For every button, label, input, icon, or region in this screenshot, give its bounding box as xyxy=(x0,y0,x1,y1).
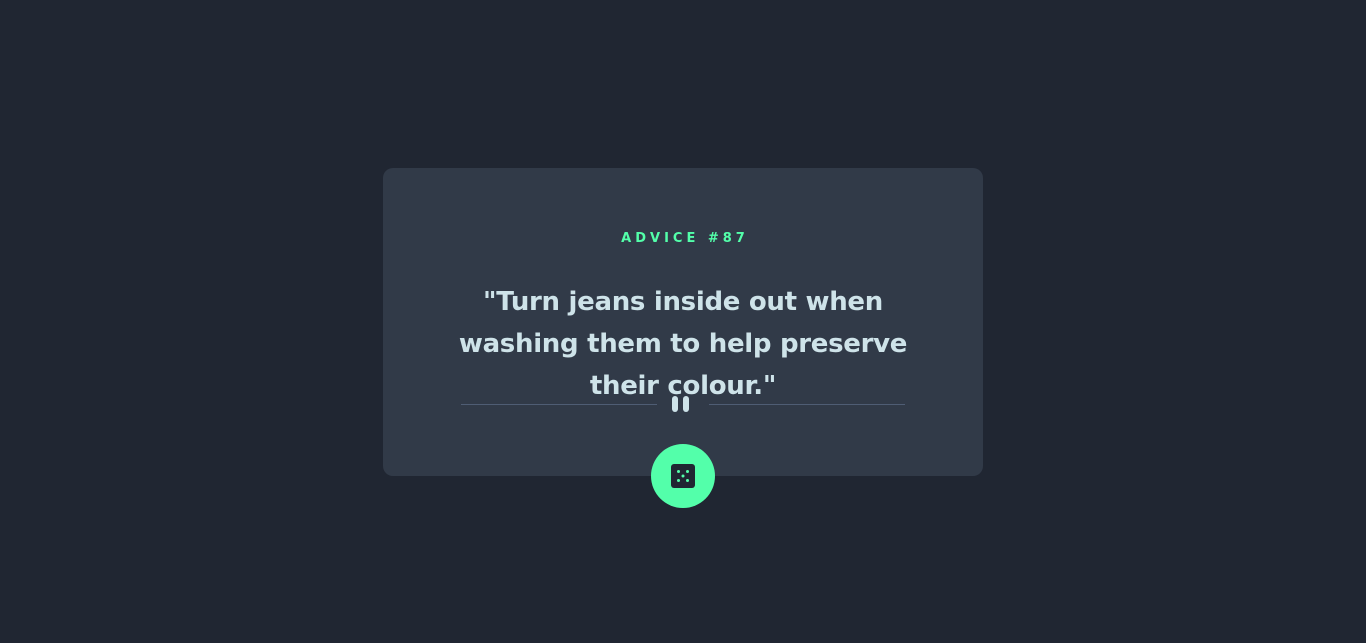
divider-line-right xyxy=(709,404,905,405)
advice-id: ADVICE #87 xyxy=(621,231,749,246)
dice-icon xyxy=(671,464,695,488)
advice-quote: "Turn jeans inside out when washing them… xyxy=(458,287,908,401)
advice-card: ADVICE #87 "Turn jeans inside out when w… xyxy=(383,168,983,476)
pause-icon xyxy=(672,396,694,412)
pattern-divider xyxy=(461,395,905,413)
generate-advice-button[interactable] xyxy=(651,444,715,508)
divider-line-left xyxy=(461,404,657,405)
